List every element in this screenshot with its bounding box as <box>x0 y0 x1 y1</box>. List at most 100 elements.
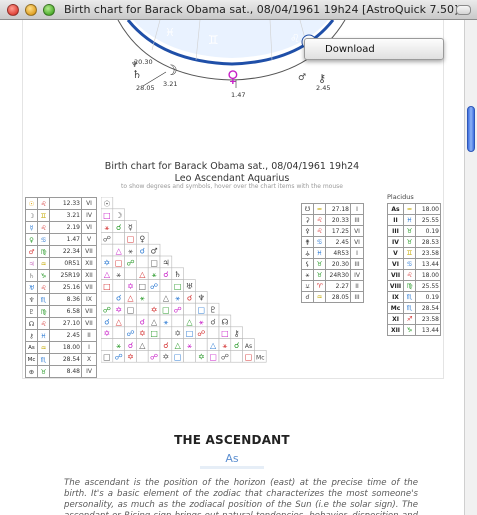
asteroid-degree: 27.18 <box>325 203 351 215</box>
aspect-symbol: ☍ <box>103 235 111 244</box>
aspect-symbol: ✡ <box>174 329 181 338</box>
placidus-degree: 0.19 <box>415 225 441 237</box>
aspect-cell[interactable] <box>230 350 243 363</box>
asteroid-house: I <box>350 247 364 259</box>
planet-row[interactable]: ♇ ♍ 6.58 VII <box>25 305 97 318</box>
planet-row[interactable]: As ♒ 18.00 I <box>25 341 97 354</box>
placidus-row[interactable]: XI ♐ 23.58 <box>387 313 441 325</box>
planet-sign: ♊ <box>37 209 50 222</box>
aspect-diagonal-glyph: ♆ <box>198 294 205 303</box>
aspect-cell[interactable] <box>159 326 173 339</box>
vertical-scrollbar[interactable] <box>464 20 477 515</box>
asteroid-row[interactable]: ⚹ ♉ 24R30 IV <box>301 269 364 281</box>
placidus-row[interactable]: V ♊ 23.58 <box>387 247 441 259</box>
aspect-cell[interactable] <box>136 350 149 363</box>
aspect-symbol: △ <box>127 294 134 303</box>
asteroid-row[interactable]: ⚶ ♓ 4R53 I <box>301 247 364 259</box>
planet-row[interactable]: ♅ ♌ 25.16 VII <box>25 281 97 294</box>
minimize-window-button[interactable] <box>25 4 37 16</box>
planet-row[interactable]: ♀ ♋ 1.47 V <box>25 233 97 246</box>
planet-row[interactable]: Mc ♏ 28.54 X <box>25 353 97 366</box>
planet-sign: ♒ <box>37 257 50 270</box>
planet-row[interactable]: ⊕ ♉ 8.48 IV <box>25 365 97 378</box>
aspect-cell[interactable] <box>124 314 137 328</box>
placidus-row[interactable]: IV ♉ 28.53 <box>387 236 441 248</box>
aspect-cell[interactable] <box>159 279 173 292</box>
asteroid-row[interactable]: ⚵ ♋ 2.45 VI <box>301 236 364 248</box>
aspect-cell[interactable] <box>183 350 196 363</box>
placidus-degree: 25.55 <box>415 280 441 292</box>
planet-row[interactable]: ☉ ♌ 12.33 VI <box>25 197 97 210</box>
zoom-window-button[interactable] <box>43 4 55 16</box>
wheel-sign-glyph: ♓ <box>165 26 175 39</box>
asteroid-row[interactable]: ☌ ♒ 28.05 III <box>301 291 364 303</box>
planet-row[interactable]: ♃ ♒ 0R51 XII <box>25 257 97 270</box>
planet-degree: 3.21 <box>49 209 82 222</box>
asteroid-glyph: ⚸ <box>301 258 314 270</box>
placidus-degree: 23.58 <box>415 313 441 325</box>
planet-row[interactable]: ☊ ♌ 27.10 VII <box>25 317 97 330</box>
aspect-symbol: ☌ <box>116 294 121 303</box>
aspect-cell[interactable] <box>171 314 184 328</box>
scrollbar-thumb[interactable] <box>467 106 475 152</box>
planet-row[interactable]: ⚷ ♓ 2.45 II <box>25 329 97 342</box>
aspect-cell[interactable] <box>101 291 114 304</box>
asteroid-row[interactable]: ⚳ ♌ 20.33 III <box>301 214 364 226</box>
placidus-row[interactable]: VIII ♍ 25.55 <box>387 280 441 292</box>
aspect-cell[interactable] <box>206 326 220 339</box>
planet-sign: ♉ <box>37 365 50 378</box>
aspect-cell[interactable] <box>112 326 125 339</box>
asteroid-row[interactable]: ⚸ ♉ 20.30 III <box>301 258 364 270</box>
aspect-cell[interactable] <box>195 338 208 351</box>
asteroid-degree: 20.33 <box>325 214 351 226</box>
asteroid-house: III <box>350 258 364 270</box>
planet-sign: ♒ <box>37 341 50 354</box>
aspect-cell[interactable] <box>112 232 125 245</box>
aspect-diagonal-glyph: ☉ <box>103 199 110 208</box>
planet-row[interactable]: ♄ ♑ 25R19 XII <box>25 269 97 282</box>
aspect-symbol: ⚹ <box>116 270 121 279</box>
aspect-cell[interactable] <box>136 255 149 269</box>
aspect-cell[interactable] <box>101 243 114 257</box>
asteroid-row[interactable]: ☋ ≈27.18 I <box>301 203 364 215</box>
planet-row[interactable]: ☽ ♊ 3.21 IV <box>25 209 97 222</box>
planet-glyph: ☊ <box>25 317 38 330</box>
asteroid-sign: ♉ <box>313 258 326 270</box>
aspect-symbol: ☍ <box>174 306 182 315</box>
download-menu-item[interactable]: Download <box>304 38 444 60</box>
toolbar-toggle-button[interactable] <box>456 5 471 15</box>
placidus-row[interactable]: II ♓ 25.55 <box>387 214 441 226</box>
asteroid-sign: ♓ <box>313 247 326 259</box>
planet-degree: 25.16 <box>49 281 82 294</box>
wheel-saturn-glyph: ♄ <box>132 68 142 81</box>
placidus-row[interactable]: XII ♑ 13.44 <box>387 324 441 336</box>
aspect-symbol: ⚹ <box>163 317 168 326</box>
placidus-row[interactable]: IX ♏ 0.19 <box>387 291 441 303</box>
astro-wheel[interactable]: ♊ ♓ ♌ ♋ ☽ ♀ ♄ ⚷ ♂ ♆ 20.30 3.21 28.05 1.4… <box>0 20 464 110</box>
placidus-sign: ♏ <box>403 291 416 303</box>
aspect-symbol: ⚹ <box>104 223 109 232</box>
asteroid-row[interactable]: ⚺ ♈ 2.27 II <box>301 280 364 292</box>
aspect-symbol: □ <box>127 306 135 315</box>
placidus-row[interactable]: As ≈18.00 <box>387 203 441 215</box>
wheel-degree-label: 20.30 <box>134 58 153 66</box>
placidus-row[interactable]: Mc ♏ 28.54 <box>387 302 441 314</box>
aspect-cell[interactable] <box>147 291 161 304</box>
aspect-cell[interactable] <box>112 279 125 292</box>
planet-row[interactable]: ♆ ♏ 8.36 IX <box>25 293 97 306</box>
aspect-cell[interactable] <box>136 302 149 316</box>
planet-row[interactable]: ♂ ♍ 22.34 VII <box>25 245 97 258</box>
aspect-cell[interactable] <box>101 338 114 351</box>
planet-degree: 1.47 <box>49 233 82 246</box>
aspect-cell[interactable] <box>183 302 196 316</box>
aspect-diagonal-glyph: ♅ <box>186 282 193 291</box>
aspect-cell[interactable] <box>124 267 137 280</box>
placidus-row[interactable]: VII ♌ 18.00 <box>387 269 441 281</box>
planet-row[interactable]: ☿ ♌ 2.19 VI <box>25 221 97 234</box>
placidus-row[interactable]: III ♉ 0.19 <box>387 225 441 237</box>
placidus-row[interactable]: VI ♋ 13.44 <box>387 258 441 270</box>
close-window-button[interactable] <box>7 4 19 16</box>
aspect-grid[interactable]: ☉□ ☽⚹ ☌ ☿☍ □ ♀△ ⚹ ☌ ♂✡ □ ☍ □ ♃△ ⚹ △ ⚹ ☌ ♄□ ✡ □ ☍ □ ♅☌ △ ⚹ △ ⚹ ☌ ♆☍ ✡ □… <box>101 197 271 377</box>
asteroid-row[interactable]: ⚴ ♌ 17.25 VI <box>301 225 364 237</box>
aspect-cell[interactable] <box>147 338 161 351</box>
